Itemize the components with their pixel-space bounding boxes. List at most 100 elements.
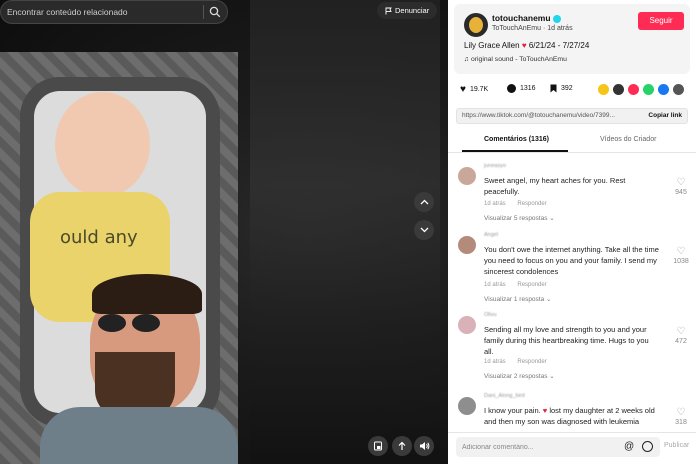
view-replies-label[interactable]: Visualizar 5 respostas	[484, 215, 547, 222]
comment-stat[interactable]: 1316	[507, 84, 536, 93]
author-username[interactable]: totouchanemu	[492, 13, 561, 23]
red-heart-icon: ♥	[542, 406, 548, 415]
comment-text-part: I know your pain.	[484, 406, 541, 415]
heart-outline-icon[interactable]: ♡	[672, 246, 690, 258]
author-username-text[interactable]: totouchanemu	[492, 13, 551, 23]
comment-like-count: 318	[675, 419, 687, 426]
heart-outline-icon[interactable]: ♡	[672, 326, 690, 338]
embed-icon[interactable]	[598, 84, 609, 95]
video-frame-glasses	[98, 314, 168, 332]
send-icon[interactable]	[628, 84, 639, 95]
video-caption: Lily Grace Allen ♥ 6/21/24 - 7/27/24	[464, 41, 589, 50]
share-video-button[interactable]	[392, 436, 412, 456]
comment-like-count: 472	[675, 338, 687, 345]
chevron-down-icon: ⌄	[549, 373, 555, 380]
comment-like[interactable]: ♡ 1038	[672, 246, 690, 265]
search-icon[interactable]	[209, 6, 221, 18]
save-stat[interactable]: 392	[550, 84, 573, 93]
avatar[interactable]	[464, 13, 488, 37]
save-count: 392	[561, 85, 573, 92]
comment-avatar[interactable]	[458, 397, 476, 415]
reply-button[interactable]: Responder	[517, 282, 546, 288]
comment-text: Sending all my love and strength to you …	[484, 325, 649, 356]
comment-author[interactable]: Dani_Along_bird	[484, 393, 525, 399]
blurred-background-highlight	[250, 0, 440, 464]
comment-author[interactable]: Angel	[484, 232, 498, 238]
whatsapp-icon[interactable]	[643, 84, 654, 95]
comment-author[interactable]: juneasyo	[484, 163, 506, 169]
comment-avatar[interactable]	[458, 236, 476, 254]
comment-avatar[interactable]	[458, 316, 476, 334]
music-note-icon: ♫	[464, 56, 470, 63]
author-display-name[interactable]: ToTouchAnEmu	[492, 25, 541, 32]
volume-button[interactable]	[414, 436, 434, 456]
comment-like[interactable]: ♡ 472	[672, 326, 690, 345]
heart-outline-icon[interactable]: ♡	[672, 407, 690, 419]
search-bar[interactable]	[0, 0, 228, 24]
comment-input[interactable]	[462, 441, 612, 453]
copy-link-button[interactable]: Copiar link	[648, 112, 682, 119]
comment-like[interactable]: ♡ 318	[672, 407, 690, 426]
view-replies-label[interactable]: Visualizar 1 resposta	[484, 296, 544, 303]
report-button[interactable]: Denunciar	[377, 2, 438, 19]
comment-text: Sweet angel, my heart aches for you. Res…	[484, 176, 626, 196]
active-tab-indicator	[462, 150, 568, 152]
comment-composer: @ Publicar	[448, 432, 696, 464]
sound-label[interactable]: original sound - ToTouchAnEmu	[471, 56, 567, 63]
chevron-down-icon	[420, 227, 428, 233]
comment-icon[interactable]	[507, 84, 516, 93]
previous-video-button[interactable]	[414, 192, 434, 212]
comment-list: juneasyo Sweet angel, my heart aches for…	[448, 157, 696, 434]
bookmark-icon[interactable]	[550, 84, 557, 93]
chevron-up-icon	[420, 199, 428, 205]
onesie-text: ould any	[60, 227, 138, 248]
video-panel: ould any Denunciar	[0, 0, 448, 464]
more-share-icon[interactable]	[673, 84, 684, 95]
caption-dates: 6/21/24 - 7/27/24	[528, 41, 590, 50]
video-url[interactable]: https://www.tiktok.com/@totouchanemu/vid…	[462, 112, 632, 119]
view-replies-button[interactable]: Visualizar 5 respostas ⌄	[484, 214, 555, 222]
comment-author[interactable]: Olivu	[484, 312, 497, 318]
view-replies-button[interactable]: Visualizar 2 respostas ⌄	[484, 372, 555, 380]
next-video-button[interactable]	[414, 220, 434, 240]
code-icon[interactable]	[613, 84, 624, 95]
arrow-up-icon	[398, 441, 406, 450]
search-divider	[203, 5, 204, 19]
search-input[interactable]	[7, 5, 197, 19]
comment-like[interactable]: ♡ 945	[672, 177, 690, 196]
reply-button[interactable]: Responder	[517, 359, 546, 365]
video-frame-hair	[92, 274, 202, 314]
post-button[interactable]: Publicar	[664, 442, 689, 449]
video-frame-baby	[55, 92, 150, 197]
emoji-icon[interactable]	[642, 441, 653, 452]
reply-button[interactable]: Responder	[517, 201, 546, 207]
heart-outline-icon[interactable]: ♡	[672, 177, 690, 189]
video-player[interactable]: ould any	[0, 52, 238, 464]
chevron-down-icon: ⌄	[546, 296, 552, 303]
pip-button[interactable]	[368, 436, 388, 456]
view-replies-label[interactable]: Visualizar 2 respostas	[484, 373, 547, 380]
sound-link[interactable]: ♫ original sound - ToTouchAnEmu	[464, 56, 567, 63]
tab-comments[interactable]: Comentários (1316)	[484, 136, 549, 143]
mention-icon[interactable]: @	[624, 441, 634, 453]
author-card: totouchanemu ToTouchAnEmu · 1d atrás Seg…	[454, 4, 690, 74]
comment-input-box[interactable]: @	[456, 437, 660, 457]
comment-date: 1d atrás	[484, 282, 506, 288]
comment-meta: 1d atrás Responder	[484, 201, 557, 207]
follow-button[interactable]: Seguir	[638, 12, 684, 30]
comment-date: 1d atrás	[484, 359, 506, 365]
verified-badge-icon	[552, 14, 561, 23]
comment-avatar[interactable]	[458, 167, 476, 185]
comment-like-count: 1038	[673, 258, 689, 265]
like-count: 19.7K	[469, 86, 489, 93]
tab-creator-videos[interactable]: Vídeos do Criador	[600, 136, 656, 143]
view-replies-button[interactable]: Visualizar 1 resposta ⌄	[484, 295, 551, 303]
volume-icon	[419, 442, 429, 450]
author-subline: ToTouchAnEmu · 1d atrás	[492, 25, 573, 32]
facebook-icon[interactable]	[658, 84, 669, 95]
post-time: 1d atrás	[547, 25, 573, 32]
flag-icon	[385, 7, 392, 15]
comment-like-count: 945	[675, 189, 687, 196]
like-stat[interactable]: ♥ 19.7K	[460, 84, 488, 95]
heart-icon[interactable]: ♥	[460, 84, 466, 95]
